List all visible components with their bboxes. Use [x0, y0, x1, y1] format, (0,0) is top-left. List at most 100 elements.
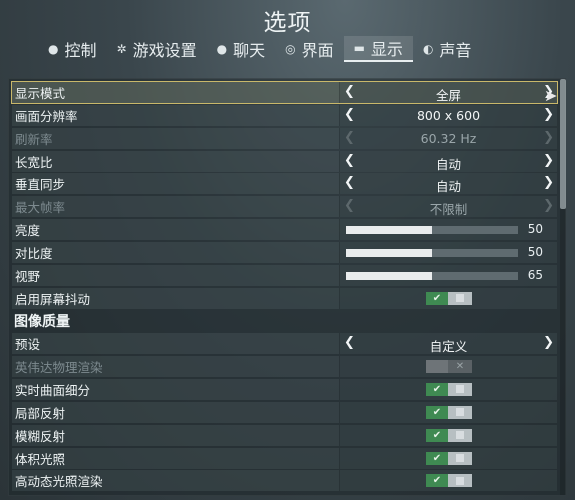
toggle-switch: ✕	[426, 360, 472, 374]
setting-control: ✔	[339, 287, 557, 309]
setting-row[interactable]: 实时曲面细分 ✔	[12, 378, 557, 400]
check-icon: ✔	[426, 474, 448, 488]
setting-row[interactable]: 局部反射 ✔	[12, 401, 557, 423]
check-icon: ✔	[426, 382, 448, 396]
setting-control: ✔	[339, 378, 557, 400]
setting-label: 图像质量	[14, 313, 70, 330]
tab-label: 游戏设置	[132, 41, 197, 60]
setting-row[interactable]: 最大帧率 ❮ 不限制 ❯	[12, 196, 557, 218]
setting-row[interactable]: 模糊反射 ✔	[12, 424, 557, 446]
toggle-switch[interactable]: ✔	[426, 405, 472, 419]
tab-label: 聊天	[233, 41, 266, 60]
speaker-icon: ◐	[422, 42, 434, 56]
setting-label: 体积光照	[15, 451, 66, 467]
toggle-knob	[448, 428, 472, 442]
scrollbar-thumb[interactable]	[560, 79, 566, 209]
chevron-right-icon: ❯	[543, 129, 554, 145]
setting-label: 最大帧率	[15, 200, 66, 216]
check-icon: ✔	[426, 428, 448, 442]
scrollbar[interactable]	[560, 79, 566, 495]
chat-bubble-icon: ●	[216, 42, 228, 56]
setting-control: 50	[339, 241, 557, 263]
setting-label: 预设	[15, 337, 41, 353]
setting-row[interactable]: 视野 65	[12, 264, 557, 286]
tab-sound[interactable]: ◐ 声音	[413, 36, 482, 62]
section-header: 图像质量	[12, 310, 557, 331]
setting-row[interactable]: 显示模式 ❮ 全屏 ❯	[11, 81, 558, 104]
tab-chat[interactable]: ● 聊天	[207, 36, 276, 62]
tab-label: 控制	[64, 41, 97, 60]
slider-value: 50	[527, 244, 543, 259]
setting-label: 模糊反射	[15, 428, 66, 444]
setting-control: ✔	[339, 424, 557, 446]
setting-row[interactable]: 垂直同步 ❮ 自动 ❯	[12, 173, 557, 195]
slider-fill[interactable]	[346, 248, 432, 257]
mouse-icon: ●	[48, 42, 59, 56]
tab-gameplay[interactable]: ✲ 游戏设置	[107, 36, 207, 62]
options-tabs: ● 控制 ✲ 游戏设置 ● 聊天 ◎ 界面 ▬ 显示 ◐ 声音	[0, 36, 575, 62]
setting-value: 800 x 600	[416, 107, 481, 123]
toggle-knob-inner	[456, 408, 464, 417]
chevron-right-icon[interactable]: ❯	[543, 335, 554, 350]
setting-label: 对比度	[15, 245, 53, 261]
slider-track[interactable]	[346, 248, 518, 257]
setting-label: 启用屏幕抖动	[15, 291, 91, 307]
setting-row[interactable]: 画面分辨率 ❮ 800 x 600 ❯	[12, 104, 557, 126]
setting-row[interactable]: 对比度 50	[12, 241, 557, 263]
setting-row[interactable]: 英伟达物理渲染 ✕	[12, 356, 557, 378]
slider-fill[interactable]	[346, 226, 432, 235]
setting-control: ✔	[339, 447, 557, 469]
setting-row[interactable]: 刷新率 ❮ 60.32 Hz ❯	[12, 127, 557, 149]
slider-value: 50	[527, 222, 543, 237]
chevron-right-icon[interactable]: ❯	[543, 175, 554, 190]
toggle-switch[interactable]: ✔	[426, 382, 472, 396]
slider-fill[interactable]	[346, 271, 432, 280]
setting-row[interactable]: 高动态光照渲染 ✔	[12, 470, 557, 492]
slider-track[interactable]	[346, 226, 518, 235]
tab-label: 显示	[370, 40, 403, 59]
chevron-right-icon[interactable]: ❯	[543, 107, 554, 122]
gear-icon: ✲	[116, 42, 127, 56]
slider-value: 65	[527, 267, 543, 282]
mouse-cursor-icon: ➤	[544, 86, 558, 105]
check-icon: ✔	[426, 405, 448, 419]
setting-value: 自动	[435, 156, 461, 172]
setting-control: ❮ 60.32 Hz ❯	[339, 127, 557, 149]
check-icon: ✔	[426, 451, 448, 465]
toggle-knob-inner	[456, 454, 464, 462]
setting-row[interactable]: 启用屏幕抖动 ✔	[12, 287, 557, 309]
setting-row[interactable]: 亮度 50	[12, 219, 557, 241]
setting-control: ✕	[339, 356, 557, 378]
toggle-switch[interactable]: ✔	[426, 428, 472, 442]
toggle-knob-inner	[456, 294, 464, 303]
setting-label: 画面分辨率	[15, 108, 78, 124]
slider-track[interactable]	[346, 271, 518, 280]
tab-display[interactable]: ▬ 显示	[343, 36, 413, 62]
setting-label: 高动态光照渲染	[15, 474, 103, 490]
toggle-knob-inner	[456, 431, 464, 440]
toggle-switch[interactable]: ✔	[426, 291, 472, 305]
setting-control: ❮ 800 x 600 ❯	[339, 104, 557, 126]
setting-row[interactable]: 预设 ❮ 自定义 ❯	[12, 333, 557, 355]
setting-control: ❮ 不限制 ❯	[339, 196, 557, 218]
setting-control: 50	[339, 219, 557, 241]
setting-row[interactable]: 体积光照 ✔	[12, 447, 557, 469]
tab-interface[interactable]: ◎ 界面	[275, 36, 344, 62]
setting-label: 视野	[15, 268, 41, 284]
chevron-right-icon[interactable]: ❯	[543, 153, 554, 168]
setting-label: 刷新率	[15, 131, 53, 147]
toggle-knob-inner	[456, 385, 464, 394]
setting-row[interactable]: 长宽比 ❮ 自动 ❯	[12, 150, 557, 172]
toggle-knob	[448, 382, 472, 396]
setting-label: 英伟达物理渲染	[15, 360, 103, 376]
toggle-switch[interactable]: ✔	[426, 451, 472, 465]
toggle-switch[interactable]: ✔	[426, 474, 472, 488]
toggle-knob	[448, 451, 472, 465]
setting-value: 自定义	[429, 339, 468, 355]
setting-label: 局部反射	[15, 405, 66, 421]
setting-value: 自动	[435, 179, 461, 195]
setting-label: 长宽比	[15, 154, 53, 170]
toggle-knob	[448, 405, 472, 419]
tab-controls[interactable]: ● 控制	[38, 36, 107, 62]
check-icon	[426, 360, 448, 374]
